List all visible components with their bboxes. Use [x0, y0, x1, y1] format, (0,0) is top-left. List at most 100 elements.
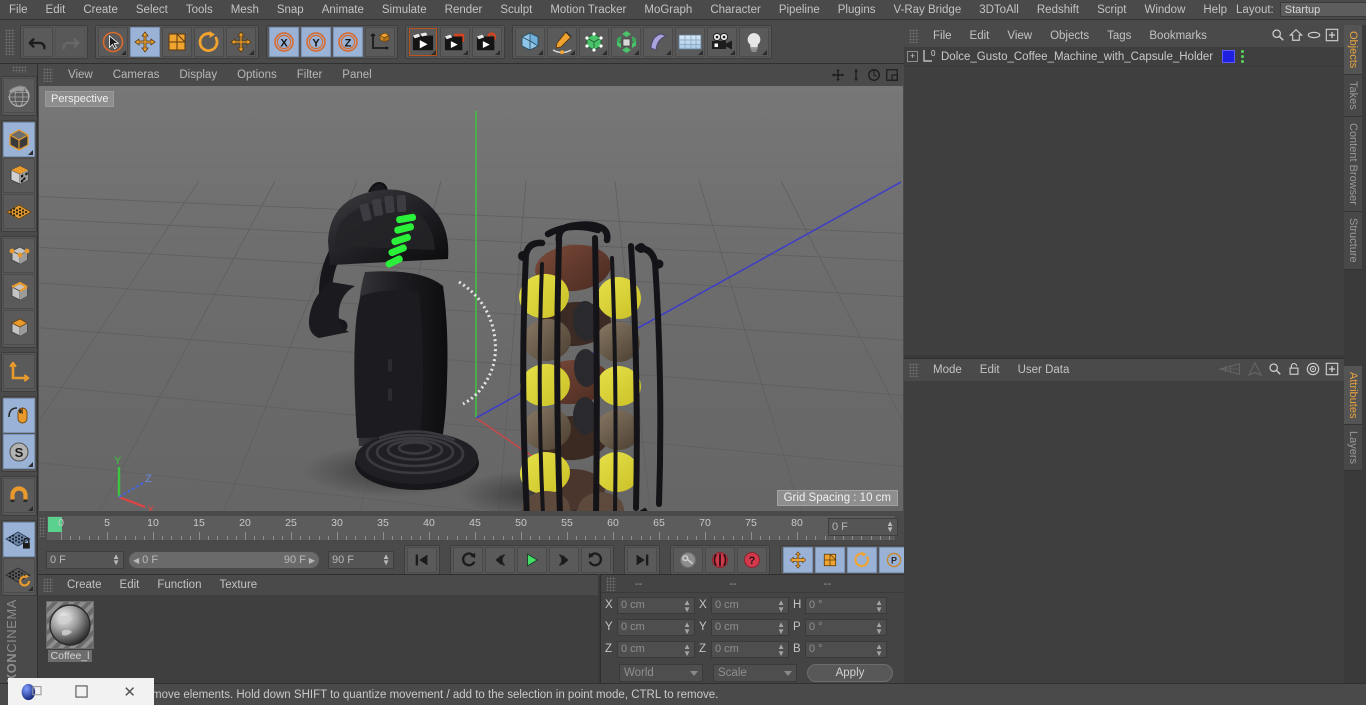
spinner-icon[interactable]: ▲ ▼	[777, 620, 785, 635]
viewport-menu-options[interactable]: Options	[227, 68, 287, 82]
key-position-button[interactable]	[783, 547, 813, 573]
menu-simulate[interactable]: Simulate	[373, 3, 436, 17]
range-prev-icon[interactable]: ◀	[133, 556, 139, 565]
max-frame-field[interactable]: 90 F ▲ ▼	[328, 551, 394, 569]
light-button[interactable]	[739, 26, 769, 57]
viewport-grip[interactable]	[43, 68, 53, 82]
tab-attributes[interactable]: Attributes	[1344, 365, 1362, 426]
tab-objects[interactable]: Objects	[1344, 25, 1362, 76]
menu-create[interactable]: Create	[74, 3, 127, 17]
menu-redshift[interactable]: Redshift	[1028, 3, 1088, 17]
menu-mograph[interactable]: MoGraph	[635, 3, 701, 17]
cube-primitive-button[interactable]	[515, 26, 545, 57]
menu-snap[interactable]: Snap	[268, 3, 313, 17]
material-item[interactable]: Coffee_l	[44, 601, 96, 662]
tool-options-corner[interactable]	[570, 49, 575, 55]
object-menu-bookmarks[interactable]: Bookmarks	[1140, 29, 1216, 43]
keying-help-button[interactable]: ?	[737, 547, 767, 573]
spinner-icon[interactable]: ▲ ▼	[875, 620, 883, 635]
menu-pipeline[interactable]: Pipeline	[770, 3, 829, 17]
add-layer-icon[interactable]	[1325, 28, 1339, 45]
redo-button[interactable]	[55, 26, 85, 57]
tab-content-browser[interactable]: Content Browser	[1344, 117, 1362, 212]
next-key-button[interactable]	[581, 547, 611, 573]
material-menu-edit[interactable]: Edit	[111, 578, 149, 592]
spinner-icon[interactable]: ▲ ▼	[875, 598, 883, 613]
axis-z-button[interactable]: Z	[333, 26, 363, 57]
go-to-end-button[interactable]	[627, 547, 657, 573]
object-menu-tags[interactable]: Tags	[1098, 29, 1140, 43]
material-menu-function[interactable]: Function	[148, 578, 210, 592]
viewport-maximize-icon[interactable]	[884, 67, 900, 83]
app-icon[interactable]	[8, 678, 57, 705]
camera-button[interactable]	[707, 26, 737, 57]
tab-structure[interactable]: Structure	[1344, 211, 1362, 270]
attribute-menu-user-data[interactable]: User Data	[1009, 363, 1079, 377]
material-tag-icon[interactable]	[1222, 50, 1235, 63]
spinner-icon[interactable]: ▲ ▼	[382, 553, 390, 567]
tool-options-corner[interactable]	[27, 462, 33, 467]
soft-selection-button[interactable]: S	[2, 434, 35, 469]
forward-arrow-icon[interactable]	[1247, 361, 1263, 379]
search-icon[interactable]	[1271, 28, 1285, 45]
size-x-field[interactable]: 0 cm ▲ ▼	[711, 596, 789, 614]
material-menu-create[interactable]: Create	[58, 578, 111, 592]
go-to-start-button[interactable]	[407, 547, 437, 573]
current-frame-field[interactable]: 0 F ▲ ▼	[46, 551, 124, 569]
step-forward-button[interactable]	[549, 547, 579, 573]
tool-options-corner[interactable]	[730, 49, 735, 55]
tab-layers[interactable]: Layers	[1344, 425, 1362, 472]
menu-file[interactable]: File	[0, 3, 37, 17]
menu-mesh[interactable]: Mesh	[222, 3, 268, 17]
object-axis-mode-button[interactable]	[2, 354, 35, 389]
object-menu-view[interactable]: View	[998, 29, 1041, 43]
timeline-ruler[interactable]: 051015202530354045505560657075808590	[46, 515, 896, 541]
viewport-menu-panel[interactable]: Panel	[332, 68, 381, 82]
axis-x-button[interactable]: X	[269, 26, 299, 57]
expand-icon[interactable]: +	[907, 51, 918, 62]
object-name[interactable]: Dolce_Gusto_Coffee_Machine_with_Capsule_…	[941, 51, 1213, 63]
menu-vray-bridge[interactable]: V-Ray Bridge	[884, 3, 970, 17]
timeline-end-frame-field[interactable]: 0 F ▲ ▼	[828, 518, 898, 536]
point-mode-button[interactable]	[2, 238, 35, 273]
position-z-field[interactable]: 0 cm ▲ ▼	[617, 640, 695, 658]
size-z-field[interactable]: 0 cm ▲ ▼	[711, 640, 789, 658]
menu-select[interactable]: Select	[127, 3, 177, 17]
spinner-icon[interactable]: ▲ ▼	[112, 553, 120, 567]
position-y-field[interactable]: 0 cm ▲ ▼	[617, 618, 695, 636]
object-grip[interactable]	[909, 29, 919, 43]
leftbar-grip[interactable]	[11, 66, 26, 73]
select-tool-button[interactable]	[98, 26, 128, 57]
scale-tool-button[interactable]	[162, 26, 192, 57]
key-scale-button[interactable]	[815, 547, 845, 573]
lock-icon[interactable]	[1287, 362, 1301, 379]
tab-takes[interactable]: Takes	[1344, 75, 1362, 118]
size-y-field[interactable]: 0 cm ▲ ▼	[711, 618, 789, 636]
rotation-b-field[interactable]: 0 ° ▲ ▼	[805, 640, 887, 658]
visibility-dots-icon[interactable]	[1241, 50, 1244, 63]
preview-range-slider[interactable]: ◀ 0 F 90 F ▶	[128, 551, 320, 569]
viewport-menu-display[interactable]: Display	[169, 68, 227, 82]
move-tool-button[interactable]	[130, 26, 160, 57]
layout-select[interactable]: Startup	[1279, 2, 1366, 17]
menu-character[interactable]: Character	[701, 3, 770, 17]
texture-mode-button[interactable]	[2, 158, 35, 193]
position-x-field[interactable]: 0 cm ▲ ▼	[617, 596, 695, 614]
ellipse-icon[interactable]	[1307, 28, 1321, 45]
rotate-tool-button[interactable]	[194, 26, 224, 57]
edge-mode-button[interactable]	[2, 274, 35, 309]
3d-viewport[interactable]: Perspective Grid Spacing : 10 cm Y X Z	[39, 86, 903, 511]
add-icon[interactable]	[1325, 362, 1339, 379]
scene-object-button[interactable]	[675, 26, 705, 57]
tool-options-corner[interactable]	[698, 49, 703, 55]
key-rotation-button[interactable]	[847, 547, 877, 573]
viewport-menu-filter[interactable]: Filter	[287, 68, 333, 82]
spinner-icon[interactable]: ▲ ▼	[683, 642, 691, 657]
material-thumbnail[interactable]	[46, 601, 94, 649]
coordinate-mode-dropdown[interactable]: Scale	[713, 664, 797, 682]
close-button[interactable]: ✕	[105, 678, 154, 705]
menu-script[interactable]: Script	[1088, 3, 1135, 17]
undo-button[interactable]	[23, 26, 53, 57]
target-icon[interactable]	[1306, 362, 1320, 379]
tool-options-corner[interactable]	[249, 49, 254, 55]
